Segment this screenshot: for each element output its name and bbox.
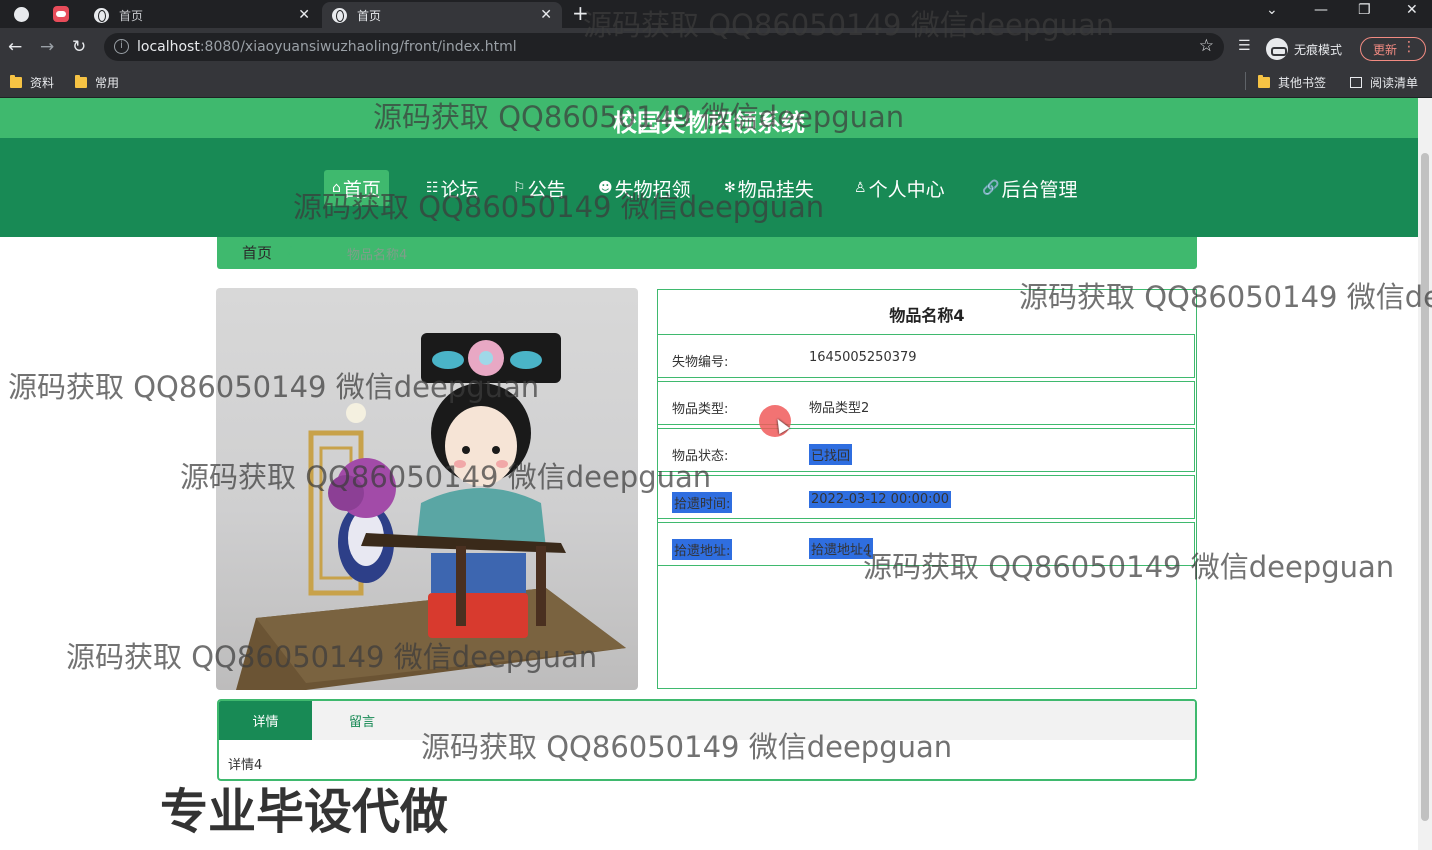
user-icon: ♙ bbox=[854, 180, 867, 196]
link-icon: 🔗 bbox=[982, 180, 1000, 196]
nav-admin[interactable]: 🔗 后台管理 bbox=[974, 170, 1085, 206]
folder-icon bbox=[10, 75, 22, 88]
close-icon[interactable]: ✕ bbox=[298, 7, 310, 23]
page-scrollbar[interactable] bbox=[1418, 98, 1432, 850]
nav-profile[interactable]: ♙ 个人中心 bbox=[846, 170, 953, 206]
row-label: 拾遗时间: bbox=[672, 492, 733, 513]
site-title: 校园失物招领系统 bbox=[613, 109, 805, 137]
promo-overlay-text: 专业毕设代做 bbox=[160, 784, 449, 840]
forward-icon[interactable]: → bbox=[40, 37, 54, 57]
url-text: localhost:8080/xiaoyuansiwuzhaoling/fron… bbox=[137, 39, 517, 55]
scrollbar-thumb[interactable] bbox=[1421, 153, 1429, 821]
close-icon[interactable]: ✕ bbox=[540, 7, 552, 23]
detail-row-item-type: 物品类型: 物品类型2 bbox=[657, 381, 1195, 425]
main-nav: ⌂ 首页 ☷ 论坛 ⚐ 公告 ☻ 失物招领 ✻ 物品挂失 ♙ 个人中心 🔗 后台… bbox=[0, 138, 1418, 237]
row-label: 物品状态: bbox=[672, 449, 729, 464]
new-tab-button[interactable]: + bbox=[572, 3, 589, 23]
minimize-button[interactable]: — bbox=[1314, 2, 1328, 18]
app-icon bbox=[53, 6, 69, 22]
grid-icon: ☷ bbox=[426, 180, 439, 196]
row-value: 拾遗地址4 bbox=[809, 538, 874, 559]
bookmarks-bar: 资料 常用 其他书签 阅读清单 bbox=[0, 66, 1432, 98]
incognito-indicator[interactable]: 无痕模式 bbox=[1266, 38, 1342, 60]
flag-icon: ⚐ bbox=[513, 180, 526, 196]
pinned-tab-app[interactable] bbox=[46, 3, 76, 25]
bookmarks-divider bbox=[1245, 72, 1246, 90]
tab-details[interactable]: 详情 bbox=[219, 701, 312, 740]
other-bookmarks[interactable]: 其他书签 bbox=[1258, 74, 1326, 91]
reload-icon[interactable]: ↻ bbox=[72, 37, 86, 57]
incognito-icon bbox=[1266, 38, 1288, 60]
tab-search-icon[interactable]: ⌄ bbox=[1266, 2, 1278, 18]
row-label: 失物编号: bbox=[672, 355, 729, 370]
home-icon: ⌂ bbox=[332, 180, 341, 196]
row-value: 物品类型2 bbox=[809, 401, 870, 416]
detail-tabs-panel: 详情 留言 详情4 bbox=[217, 699, 1197, 781]
page-viewport: 校园失物招领系统 ⌂ 首页 ☷ 论坛 ⚐ 公告 ☻ 失物招领 ✻ 物品挂失 ♙ … bbox=[0, 98, 1432, 850]
browser-toolbar: ← → ↻ i localhost:8080/xiaoyuansiwuzhaol… bbox=[0, 28, 1432, 66]
reading-list[interactable]: 阅读清单 bbox=[1350, 74, 1418, 91]
bookmark-star-icon[interactable]: ☆ bbox=[1199, 36, 1214, 56]
detail-row-pickup-address: 拾遗地址: 拾遗地址4 bbox=[657, 522, 1195, 566]
reading-list-icon[interactable]: ☰ bbox=[1238, 38, 1251, 54]
nav-report-lost[interactable]: ✻ 物品挂失 bbox=[716, 170, 822, 206]
back-icon[interactable]: ← bbox=[8, 37, 22, 57]
update-button[interactable]: 更新 ⋮ bbox=[1360, 37, 1426, 61]
info-icon[interactable]: i bbox=[114, 39, 129, 54]
item-photo bbox=[216, 288, 638, 690]
restore-button[interactable]: ❐ bbox=[1358, 2, 1371, 18]
tabs-header: 详情 留言 bbox=[219, 701, 1195, 740]
site-header: 校园失物招领系统 bbox=[0, 98, 1418, 138]
asterisk-icon: ✻ bbox=[724, 180, 736, 196]
bookmark-folder[interactable]: 资料 bbox=[10, 74, 54, 91]
pinned-tab-globe[interactable] bbox=[6, 3, 36, 25]
detail-row-pickup-time: 拾遗时间: 2022-03-12 00:00:00 bbox=[657, 475, 1195, 519]
breadcrumb-separator: / bbox=[287, 242, 293, 260]
item-title: 物品名称4 bbox=[889, 306, 965, 325]
tab-content-text: 详情4 bbox=[228, 758, 263, 773]
menu-icon[interactable]: ⋮ bbox=[1402, 39, 1416, 55]
breadcrumb: 首页 / 物品名称4 bbox=[217, 237, 1197, 269]
doll-illustration bbox=[236, 333, 626, 690]
breadcrumb-home[interactable]: 首页 bbox=[242, 242, 272, 263]
row-value: 已找回 bbox=[809, 444, 853, 465]
detail-row-lost-number: 失物编号: 1645005250379 bbox=[657, 334, 1195, 378]
row-value: 2022-03-12 00:00:00 bbox=[809, 491, 952, 508]
detail-row-item-status: 物品状态: 已找回 bbox=[657, 428, 1195, 472]
address-bar[interactable]: i localhost:8080/xiaoyuansiwuzhaoling/fr… bbox=[104, 33, 1224, 61]
row-label: 物品类型: bbox=[672, 402, 729, 417]
globe-icon bbox=[94, 7, 109, 23]
folder-icon bbox=[1258, 75, 1270, 88]
face-icon: ☻ bbox=[598, 180, 613, 196]
tab-title: 首页 bbox=[357, 8, 382, 23]
nav-home[interactable]: ⌂ 首页 bbox=[324, 170, 389, 206]
tab-comments[interactable]: 留言 bbox=[312, 701, 412, 740]
breadcrumb-current: 物品名称4 bbox=[347, 248, 408, 263]
window-close-button[interactable]: ✕ bbox=[1406, 2, 1418, 18]
reading-list-icon bbox=[1350, 77, 1362, 88]
browser-tab-1[interactable]: 首页 ✕ bbox=[84, 2, 320, 28]
globe-icon bbox=[13, 6, 29, 22]
folder-icon bbox=[75, 75, 87, 88]
bookmark-folder[interactable]: 常用 bbox=[75, 74, 119, 91]
globe-icon bbox=[332, 7, 347, 23]
nav-notice[interactable]: ⚐ 公告 bbox=[505, 170, 574, 206]
browser-tab-2[interactable]: 首页 ✕ bbox=[322, 2, 562, 28]
nav-lost-found[interactable]: ☻ 失物招领 bbox=[590, 170, 699, 206]
browser-tab-strip: 首页 ✕ 首页 ✕ + ⌄ — ❐ ✕ bbox=[0, 0, 1432, 28]
row-label: 拾遗地址: bbox=[672, 539, 733, 560]
nav-forum[interactable]: ☷ 论坛 bbox=[418, 170, 487, 206]
row-value: 1645005250379 bbox=[809, 350, 917, 365]
tab-title: 首页 bbox=[119, 8, 144, 23]
